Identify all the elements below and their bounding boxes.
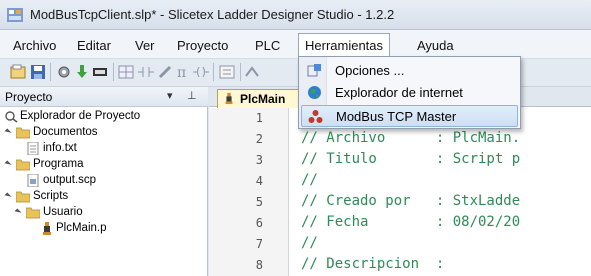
pin-icon[interactable]: ⊥ — [187, 89, 197, 102]
menu-ayuda[interactable]: Ayuda — [417, 38, 454, 53]
toolbar-separator — [50, 63, 51, 81]
modbus-icon — [308, 110, 323, 123]
explorer-icon — [5, 111, 18, 123]
plc-file-icon — [225, 92, 233, 105]
tree-item-label: Usuario — [43, 206, 83, 218]
code-line[interactable]: // — [301, 172, 318, 188]
menu-item-label: Opciones ... — [335, 63, 405, 78]
menu-archivo[interactable]: Archivo — [13, 38, 56, 53]
grid-icon[interactable] — [118, 64, 134, 80]
panel-menu-icon[interactable]: ▾ — [167, 89, 173, 102]
line-number: 1 — [255, 111, 263, 125]
save-icon[interactable] — [30, 64, 46, 80]
menu-item-label: Explorador de internet — [335, 85, 463, 100]
table-icon[interactable] — [219, 64, 235, 80]
line-number: 4 — [255, 174, 263, 188]
expand-arrow-icon[interactable] — [14, 208, 22, 216]
project-panel: Proyecto ▾ ⊥ Explorador de Proyecto Docu… — [0, 87, 208, 276]
expand-arrow-icon[interactable] — [4, 192, 12, 200]
project-panel-header: Proyecto ▾ ⊥ — [0, 87, 208, 107]
menu-bar: Archivo Editar Ver Proyecto PLC Herramie… — [0, 30, 591, 59]
settings-icon[interactable] — [56, 64, 72, 80]
options-icon — [307, 64, 321, 77]
new-project-icon[interactable] — [10, 64, 26, 80]
tree-item-label: Documentos — [33, 126, 98, 138]
menu-item-modbus[interactable]: ModBus TCP Master — [301, 105, 518, 127]
line-number: 6 — [255, 216, 263, 230]
panel-title: Proyecto — [5, 90, 53, 104]
tree-item-label: Programa — [33, 158, 84, 170]
folder-icon — [26, 207, 40, 219]
ladder-app-icon — [7, 8, 23, 22]
tree-item-label: info.txt — [43, 142, 77, 154]
line-number: 7 — [255, 237, 263, 251]
folder-icon — [16, 191, 30, 203]
tab-label: PlcMain — [240, 92, 286, 106]
tree-item-label: PlcMain.p — [56, 222, 107, 234]
plc-file-icon — [43, 222, 51, 235]
menu-proyecto[interactable]: Proyecto — [177, 38, 228, 53]
pi-icon[interactable]: π — [175, 64, 191, 80]
toolbar-separator — [240, 63, 241, 81]
script-file-icon — [27, 174, 39, 187]
code-line[interactable]: // Archivo : PlcMain. — [301, 130, 520, 146]
expand-arrow-icon[interactable] — [4, 128, 12, 136]
menu-item-opciones[interactable]: Opciones ... — [301, 60, 518, 82]
svg-text:π: π — [177, 65, 186, 80]
toolbar-separator — [213, 63, 214, 81]
globe-icon — [308, 86, 321, 99]
menu-herramientas[interactable]: Herramientas — [298, 33, 391, 57]
memory-icon[interactable] — [92, 64, 108, 80]
tree-item-label: Scripts — [33, 190, 69, 202]
menu-item-explorador[interactable]: Explorador de internet — [301, 82, 518, 104]
folder-icon — [16, 127, 30, 139]
folder-icon — [16, 159, 30, 171]
tab-plcmain[interactable]: PlcMain — [217, 89, 301, 108]
line-number: 2 — [255, 132, 263, 146]
title-bar: ModBusTcpClient.slp* - Slicetex Ladder D… — [0, 0, 591, 30]
code-line[interactable]: // Titulo : Script p — [301, 151, 520, 167]
line-number: 5 — [255, 195, 263, 209]
line-number: 8 — [255, 258, 263, 272]
menu-ver[interactable]: Ver — [135, 38, 155, 53]
code-line[interactable]: // Fecha : 08/02/20 — [301, 214, 520, 230]
expand-arrow-icon[interactable] — [4, 160, 12, 168]
contact-icon[interactable] — [138, 64, 154, 80]
menu-editar[interactable]: Editar — [77, 38, 111, 53]
toolbar-separator — [113, 63, 114, 81]
download-icon[interactable] — [74, 64, 90, 80]
code-line[interactable]: // Descripcion : — [301, 256, 444, 272]
text-file-icon — [27, 142, 39, 155]
herramientas-menu: Opciones ... Explorador de internet ModB… — [298, 56, 521, 129]
line-number: 3 — [255, 153, 263, 167]
tree-item-label: output.scp — [43, 174, 97, 186]
tree-item-label: Explorador de Proyecto — [20, 110, 141, 122]
window-title: ModBusTcpClient.slp* - Slicetex Ladder D… — [30, 7, 395, 22]
code-line[interactable]: // — [301, 235, 318, 251]
menu-plc[interactable]: PLC — [255, 38, 280, 53]
menu-item-label: ModBus TCP Master — [336, 109, 457, 124]
edit-icon[interactable] — [157, 64, 173, 80]
coil-icon[interactable] — [193, 64, 209, 80]
code-line[interactable]: // Creado por : StxLadde — [301, 193, 520, 209]
wire-icon[interactable] — [244, 64, 260, 80]
